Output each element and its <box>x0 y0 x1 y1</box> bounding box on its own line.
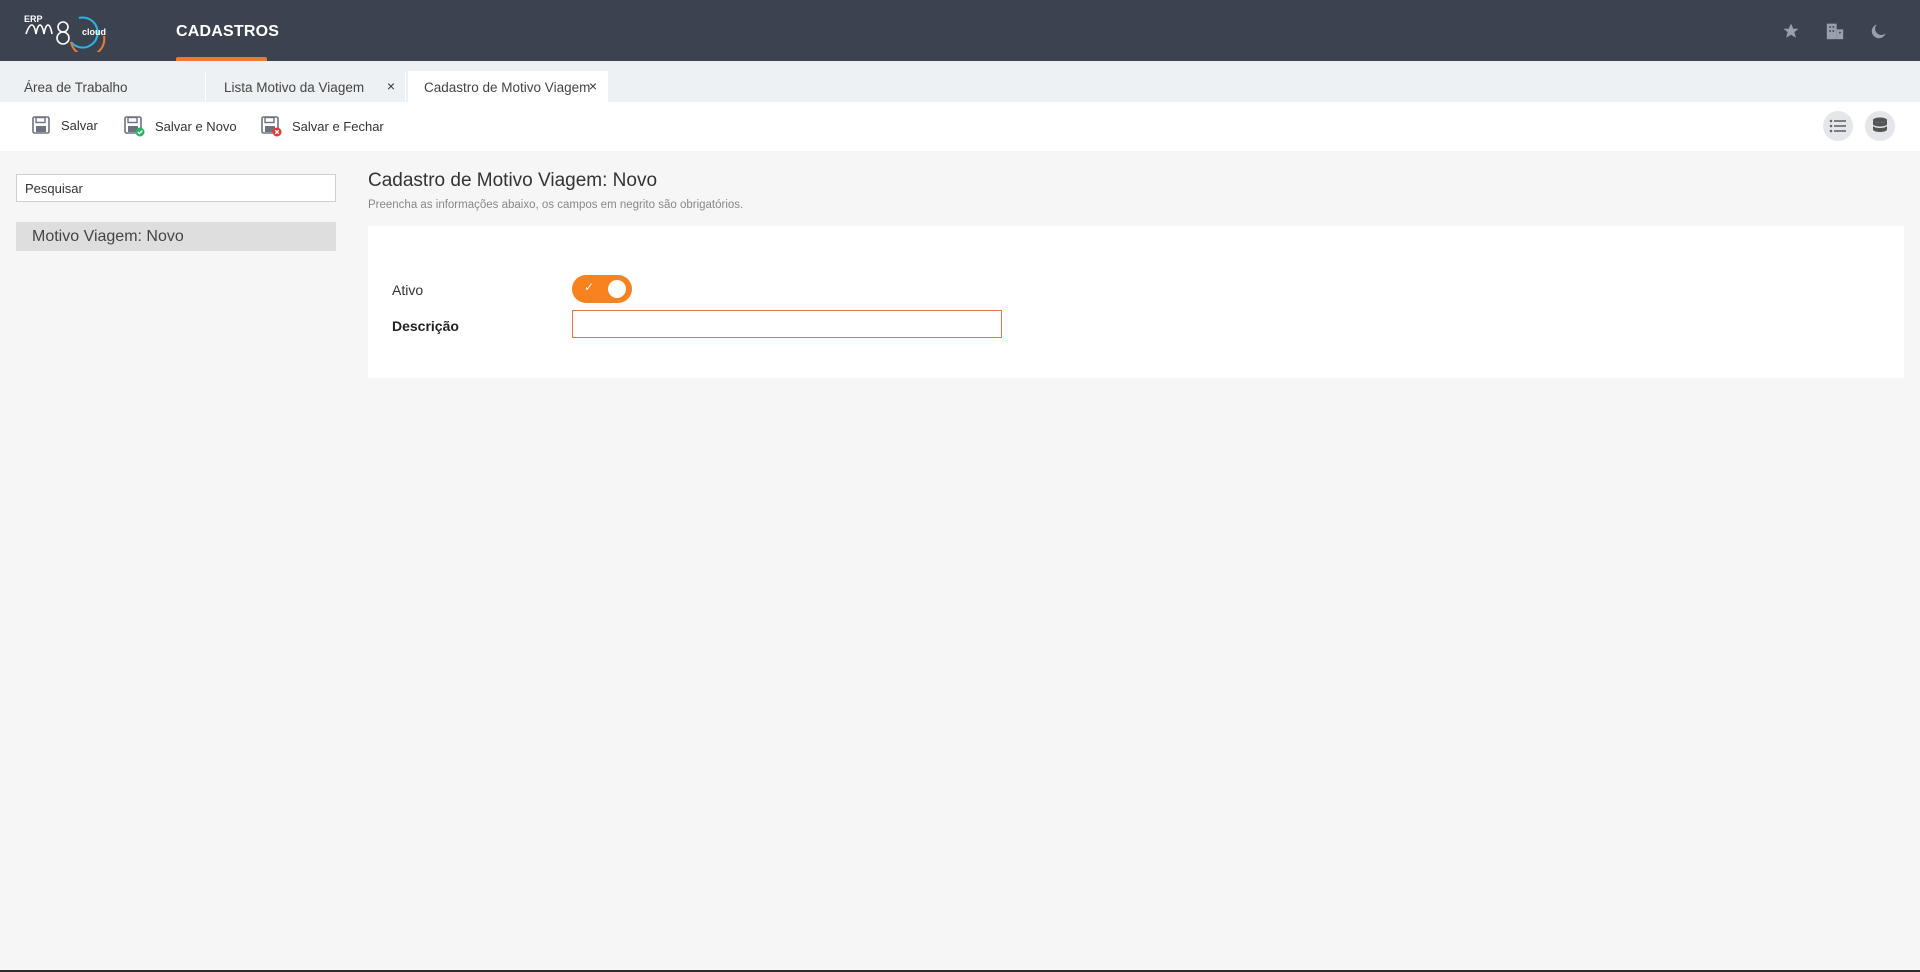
logo-erp-text: ERP <box>24 14 43 24</box>
ativo-label: Ativo <box>392 282 424 298</box>
database-icon <box>1873 117 1887 132</box>
tab-lista-motivo-viagem[interactable]: Lista Motivo da Viagem × <box>208 71 406 102</box>
close-icon[interactable]: × <box>387 78 395 94</box>
descricao-label: Descrição <box>392 318 459 334</box>
save-and-close-label: Salvar e Fechar <box>292 118 384 134</box>
tab-label: Cadastro de Motivo Viagem <box>424 80 591 95</box>
sidebar-item-motivo-viagem-novo[interactable]: Motivo Viagem: Novo <box>16 222 336 251</box>
list-icon <box>1829 119 1846 133</box>
top-icons <box>1780 20 1890 42</box>
tab-area-de-trabalho[interactable]: Área de Trabalho <box>8 71 206 102</box>
save-and-new-label: Salvar e Novo <box>155 118 237 134</box>
star-icon[interactable] <box>1780 20 1802 42</box>
tab-label: Área de Trabalho <box>24 80 128 95</box>
ativo-toggle[interactable]: ✓ <box>572 275 632 303</box>
descricao-field[interactable] <box>572 310 1002 338</box>
save-and-close-button[interactable]: Salvar e Fechar <box>260 115 384 137</box>
page-title: Cadastro de Motivo Viagem: Novo <box>368 170 658 191</box>
floppy-disk-check-icon <box>124 116 145 137</box>
save-label: Salvar <box>61 117 98 133</box>
moon-icon[interactable] <box>1868 20 1890 42</box>
logo-cloud-text: cloud <box>82 27 106 37</box>
tab-label: Lista Motivo da Viagem <box>224 80 365 95</box>
action-toolbar: Salvar Salvar e Novo Salvar e Fechar <box>0 102 1920 151</box>
app-logo[interactable]: ERP cloud <box>24 12 116 52</box>
list-view-button[interactable] <box>1823 111 1853 141</box>
database-button[interactable] <box>1865 111 1895 141</box>
save-and-new-button[interactable]: Salvar e Novo <box>123 115 237 137</box>
tab-bar: Área de Trabalho Lista Motivo da Viagem … <box>0 61 1920 102</box>
check-icon: ✓ <box>584 280 595 294</box>
top-bar: ERP cloud CADASTROS <box>0 0 1920 61</box>
form-card: Ativo ✓ Descrição <box>368 226 1904 378</box>
module-title[interactable]: CADASTROS <box>176 23 279 41</box>
page-subtitle: Preencha as informações abaixo, os campo… <box>368 199 744 211</box>
search-input[interactable] <box>16 174 336 202</box>
floppy-disk-close-icon <box>261 116 282 137</box>
save-button[interactable]: Salvar <box>31 115 98 135</box>
building-icon[interactable] <box>1824 20 1846 42</box>
close-icon[interactable]: × <box>589 78 597 94</box>
toggle-knob <box>608 280 626 298</box>
floppy-disk-icon <box>32 116 50 134</box>
tab-cadastro-motivo-viagem[interactable]: Cadastro de Motivo Viagem × <box>408 71 608 102</box>
